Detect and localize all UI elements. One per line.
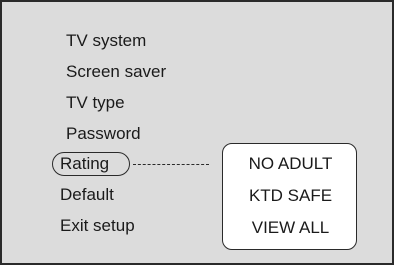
menu-item-default[interactable]: Default [60, 185, 114, 205]
setup-menu-panel: TV system Screen saver TV type Password … [0, 0, 394, 265]
menu-item-exit-setup[interactable]: Exit setup [60, 216, 135, 236]
menu-item-rating[interactable]: Rating [60, 154, 109, 174]
menu-item-screen-saver[interactable]: Screen saver [66, 62, 166, 82]
menu-item-tv-system[interactable]: TV system [66, 31, 146, 51]
rating-option-view-all[interactable]: VIEW ALL [223, 218, 358, 238]
rating-options-box: NO ADULT KTD SAFE VIEW ALL [222, 143, 357, 250]
rating-option-ktd-safe[interactable]: KTD SAFE [223, 186, 358, 206]
menu-item-tv-type[interactable]: TV type [66, 93, 125, 113]
dashed-connector-line [133, 164, 209, 165]
menu-item-password[interactable]: Password [66, 124, 141, 144]
rating-option-no-adult[interactable]: NO ADULT [223, 154, 358, 174]
